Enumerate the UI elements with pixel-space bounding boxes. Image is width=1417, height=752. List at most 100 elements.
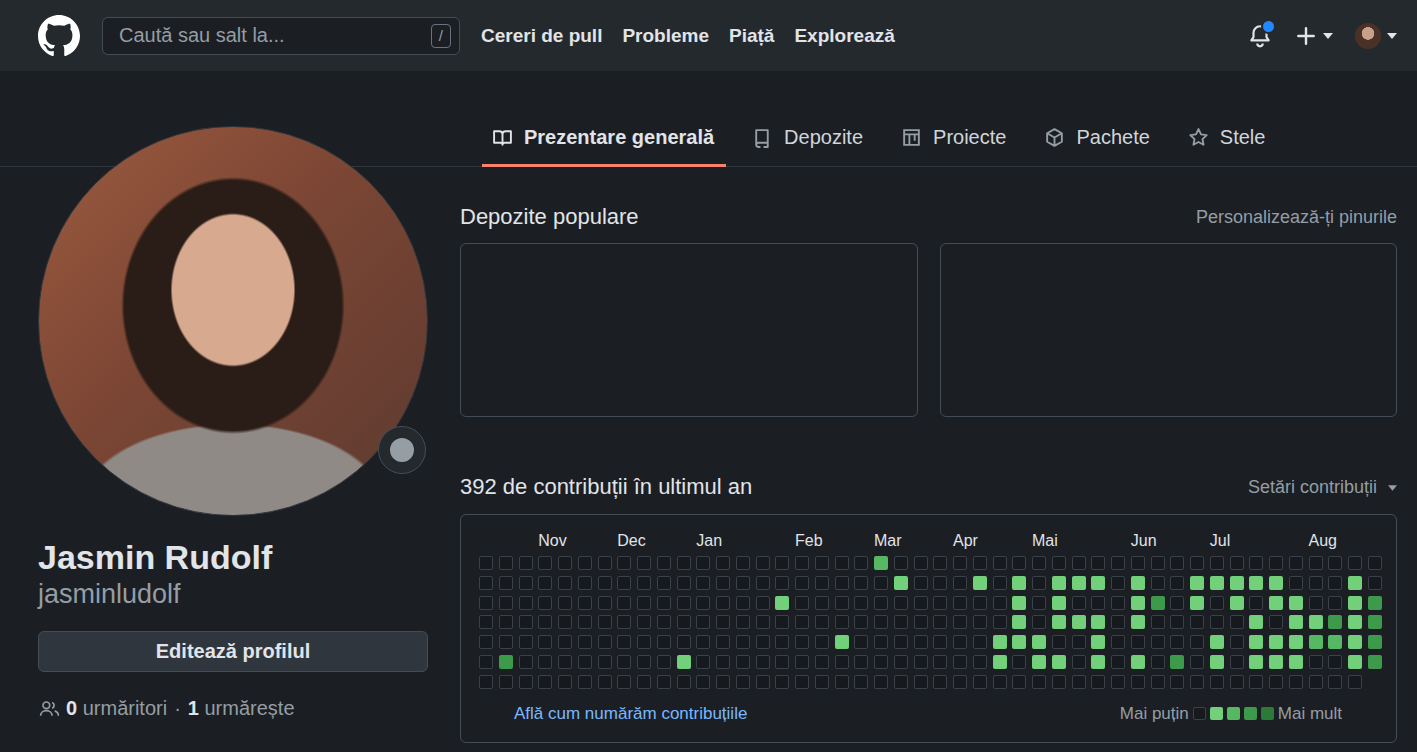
day-cell[interactable]: [1230, 596, 1244, 610]
day-cell[interactable]: [519, 635, 533, 649]
day-cell[interactable]: [933, 675, 947, 689]
day-cell[interactable]: [538, 615, 552, 629]
day-cell[interactable]: [1328, 655, 1342, 669]
day-cell[interactable]: [499, 675, 513, 689]
day-cell[interactable]: [499, 615, 513, 629]
day-cell[interactable]: [1170, 635, 1184, 649]
day-cell[interactable]: [1190, 655, 1204, 669]
day-cell[interactable]: [795, 596, 809, 610]
day-cell[interactable]: [598, 635, 612, 649]
day-cell[interactable]: [894, 615, 908, 629]
day-cell[interactable]: [1012, 655, 1026, 669]
day-cell[interactable]: [1269, 596, 1283, 610]
day-cell[interactable]: [1072, 556, 1086, 570]
day-cell[interactable]: [1328, 556, 1342, 570]
day-cell[interactable]: [1190, 635, 1204, 649]
day-cell[interactable]: [1210, 655, 1224, 669]
day-cell[interactable]: [1309, 615, 1323, 629]
tab[interactable]: Depozite: [742, 110, 875, 167]
day-cell[interactable]: [1151, 615, 1165, 629]
day-cell[interactable]: [499, 596, 513, 610]
day-cell[interactable]: [558, 596, 572, 610]
day-cell[interactable]: [1072, 635, 1086, 649]
day-cell[interactable]: [519, 675, 533, 689]
day-cell[interactable]: [1348, 615, 1362, 629]
day-cell[interactable]: [657, 655, 671, 669]
day-cell[interactable]: [1309, 576, 1323, 590]
day-cell[interactable]: [1269, 576, 1283, 590]
notifications-button[interactable]: [1247, 23, 1273, 49]
day-cell[interactable]: [538, 655, 552, 669]
day-cell[interactable]: [775, 556, 789, 570]
day-cell[interactable]: [1309, 596, 1323, 610]
day-cell[interactable]: [973, 556, 987, 570]
day-cell[interactable]: [953, 635, 967, 649]
day-cell[interactable]: [1269, 655, 1283, 669]
day-cell[interactable]: [933, 576, 947, 590]
day-cell[interactable]: [914, 675, 928, 689]
day-cell[interactable]: [1269, 675, 1283, 689]
day-cell[interactable]: [1012, 596, 1026, 610]
day-cell[interactable]: [598, 556, 612, 570]
day-cell[interactable]: [519, 556, 533, 570]
day-cell[interactable]: [1091, 556, 1105, 570]
day-cell[interactable]: [795, 655, 809, 669]
day-cell[interactable]: [1151, 635, 1165, 649]
day-cell[interactable]: [677, 615, 691, 629]
day-cell[interactable]: [1111, 596, 1125, 610]
nav-link[interactable]: Explorează: [794, 25, 894, 47]
day-cell[interactable]: [617, 655, 631, 669]
day-cell[interactable]: [1111, 635, 1125, 649]
day-cell[interactable]: [637, 576, 651, 590]
day-cell[interactable]: [716, 635, 730, 649]
day-cell[interactable]: [1190, 615, 1204, 629]
day-cell[interactable]: [736, 675, 750, 689]
day-cell[interactable]: [1269, 615, 1283, 629]
day-cell[interactable]: [1210, 615, 1224, 629]
status-badge[interactable]: [378, 426, 426, 474]
day-cell[interactable]: [1348, 576, 1362, 590]
day-cell[interactable]: [1190, 556, 1204, 570]
followers-link[interactable]: 0 urmăritori: [66, 696, 167, 720]
day-cell[interactable]: [558, 615, 572, 629]
day-cell[interactable]: [598, 615, 612, 629]
day-cell[interactable]: [973, 655, 987, 669]
day-cell[interactable]: [1249, 615, 1263, 629]
day-cell[interactable]: [953, 655, 967, 669]
day-cell[interactable]: [1091, 675, 1105, 689]
day-cell[interactable]: [835, 576, 849, 590]
day-cell[interactable]: [756, 675, 770, 689]
day-cell[interactable]: [617, 556, 631, 570]
day-cell[interactable]: [1111, 655, 1125, 669]
day-cell[interactable]: [914, 576, 928, 590]
day-cell[interactable]: [835, 596, 849, 610]
day-cell[interactable]: [538, 596, 552, 610]
day-cell[interactable]: [795, 615, 809, 629]
day-cell[interactable]: [1309, 655, 1323, 669]
day-cell[interactable]: [1091, 635, 1105, 649]
day-cell[interactable]: [598, 655, 612, 669]
day-cell[interactable]: [1230, 675, 1244, 689]
day-cell[interactable]: [1368, 556, 1382, 570]
tab[interactable]: Proiecte: [891, 110, 1018, 167]
day-cell[interactable]: [1170, 596, 1184, 610]
day-cell[interactable]: [657, 675, 671, 689]
day-cell[interactable]: [578, 675, 592, 689]
day-cell[interactable]: [1072, 655, 1086, 669]
day-cell[interactable]: [479, 635, 493, 649]
day-cell[interactable]: [499, 556, 513, 570]
day-cell[interactable]: [1131, 615, 1145, 629]
day-cell[interactable]: [914, 615, 928, 629]
day-cell[interactable]: [973, 596, 987, 610]
day-cell[interactable]: [1289, 596, 1303, 610]
day-cell[interactable]: [538, 675, 552, 689]
day-cell[interactable]: [1368, 655, 1382, 669]
day-cell[interactable]: [696, 556, 710, 570]
day-cell[interactable]: [1032, 576, 1046, 590]
day-cell[interactable]: [953, 596, 967, 610]
day-cell[interactable]: [617, 635, 631, 649]
day-cell[interactable]: [696, 596, 710, 610]
day-cell[interactable]: [479, 615, 493, 629]
day-cell[interactable]: [1131, 576, 1145, 590]
day-cell[interactable]: [1348, 635, 1362, 649]
